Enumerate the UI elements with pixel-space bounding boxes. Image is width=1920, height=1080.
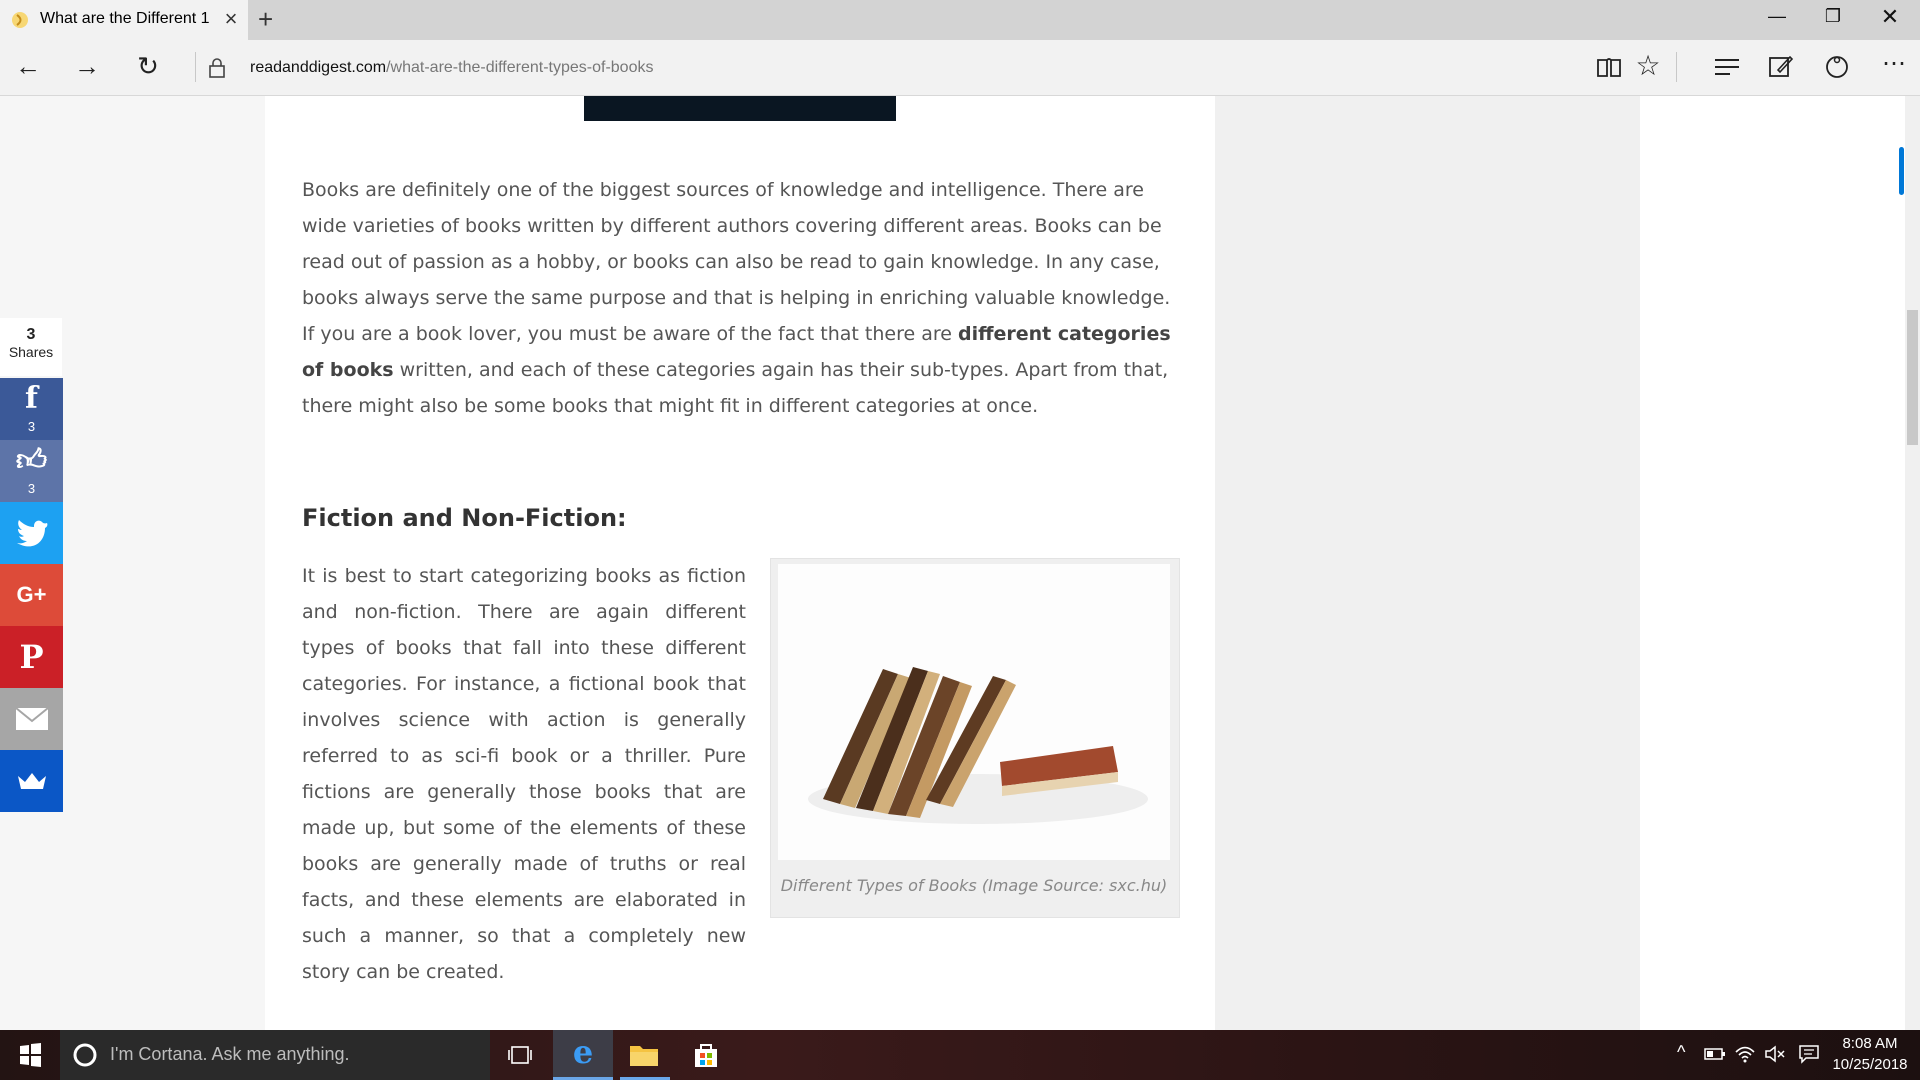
- store-icon[interactable]: [691, 1040, 721, 1070]
- scrollbar-thumb[interactable]: [1907, 310, 1918, 445]
- new-tab-icon[interactable]: +: [258, 4, 273, 35]
- like-button[interactable]: 👍︎ 3: [0, 440, 63, 502]
- battery-icon[interactable]: [1704, 1046, 1726, 1062]
- share-icon[interactable]: [1824, 54, 1850, 80]
- hero-image: [584, 96, 896, 121]
- more-options-icon[interactable]: ⋯: [1874, 46, 1914, 82]
- forward-icon[interactable]: →: [67, 48, 107, 84]
- clock-time[interactable]: 8:08 AM: [1830, 1035, 1910, 1052]
- intro-text-part2: written, and each of these categories ag…: [302, 359, 1169, 417]
- hub-icon[interactable]: [1714, 58, 1740, 76]
- lock-icon: [209, 58, 225, 78]
- email-share-button[interactable]: [0, 688, 63, 750]
- action-center-icon[interactable]: [1798, 1044, 1820, 1064]
- googleplus-icon: G+: [16, 582, 47, 607]
- tab-strip: [0, 0, 1920, 40]
- address-bar[interactable]: readanddigest.com/what-are-the-different…: [250, 59, 653, 77]
- file-explorer-icon[interactable]: [628, 1042, 660, 1068]
- cortana-icon: [73, 1043, 97, 1067]
- thumbs-up-icon: 👍︎: [15, 444, 48, 477]
- intro-paragraph: Books are definitely one of the biggest …: [302, 172, 1178, 424]
- page-right-margin: [1640, 96, 1905, 1030]
- url-path: /what-are-the-different-types-of-books: [386, 59, 654, 76]
- facebook-count: 3: [27, 419, 36, 434]
- googleplus-share-button[interactable]: G+: [0, 564, 63, 626]
- email-icon: [14, 707, 49, 730]
- restore-icon[interactable]: ❐: [1813, 6, 1853, 27]
- tab-favicon-icon: [12, 12, 28, 28]
- share-label: Shares: [8, 344, 54, 360]
- facebook-icon: f: [25, 381, 38, 416]
- scroll-indicator: [1899, 147, 1904, 195]
- figure-caption: Different Types of Books (Image Source: …: [780, 876, 1168, 895]
- fiction-paragraph: It is best to start categorizing books a…: [302, 565, 746, 983]
- twitter-share-button[interactable]: [0, 502, 63, 564]
- crown-icon: [17, 773, 46, 789]
- sidebar-area: [1215, 96, 1640, 1030]
- edge-taskbar-button[interactable]: e: [553, 1030, 613, 1080]
- cortana-placeholder: I'm Cortana. Ask me anything.: [110, 1044, 350, 1064]
- url-domain: readanddigest.com: [250, 59, 387, 76]
- reading-view-icon[interactable]: [1596, 57, 1622, 79]
- share-count: 3: [26, 326, 36, 343]
- pinterest-share-button[interactable]: P: [0, 626, 63, 688]
- favorite-star-icon[interactable]: ☆: [1628, 48, 1668, 84]
- facebook-share-button[interactable]: f 3: [0, 378, 63, 440]
- show-hidden-icons-icon[interactable]: ^: [1677, 1042, 1685, 1063]
- clock-date[interactable]: 10/25/2018: [1830, 1056, 1910, 1073]
- volume-muted-icon[interactable]: [1764, 1045, 1786, 1063]
- section-heading-fiction: Fiction and Non-Fiction:: [302, 504, 627, 532]
- sumo-share-button[interactable]: [0, 750, 63, 812]
- task-view-icon[interactable]: [507, 1044, 533, 1066]
- divider: [195, 52, 196, 82]
- share-counter: 3 Shares: [0, 318, 62, 376]
- tab-close-icon[interactable]: ×: [220, 6, 242, 32]
- scrollbar-track[interactable]: [1905, 96, 1920, 1030]
- minimize-icon[interactable]: —: [1757, 6, 1797, 27]
- tab-title: What are the Different 1: [40, 10, 210, 27]
- web-note-icon[interactable]: [1768, 54, 1794, 80]
- pinterest-icon: P: [19, 638, 44, 676]
- intro-text-part1: Books are definitely one of the biggest …: [302, 179, 1171, 345]
- refresh-icon[interactable]: ↻: [128, 48, 168, 84]
- wifi-icon[interactable]: [1734, 1044, 1756, 1064]
- divider: [1676, 52, 1677, 82]
- close-window-icon[interactable]: ✕: [1870, 4, 1910, 30]
- windows-start-icon[interactable]: [0, 1030, 60, 1080]
- back-icon[interactable]: ←: [8, 48, 48, 84]
- twitter-icon: [16, 520, 47, 547]
- books-image: [778, 564, 1170, 860]
- like-count: 3: [27, 481, 36, 496]
- edge-icon: e: [572, 1033, 594, 1071]
